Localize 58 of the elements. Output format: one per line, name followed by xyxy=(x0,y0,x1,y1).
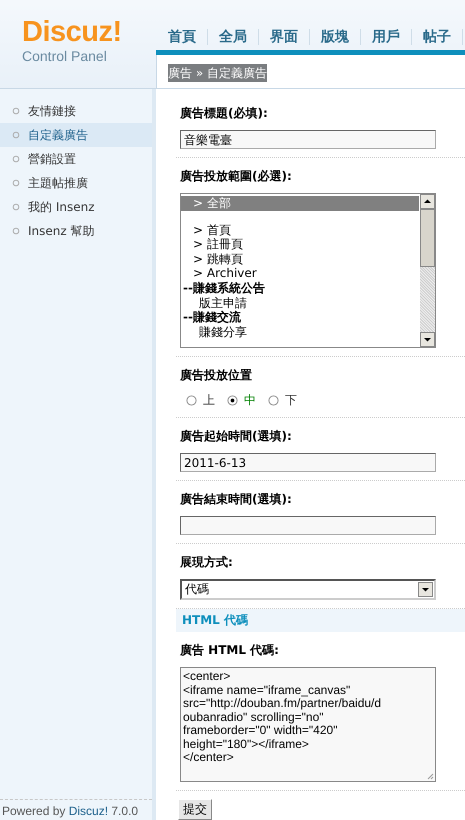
bullet-icon xyxy=(12,107,20,115)
list-option[interactable]: --賺錢系統公告 xyxy=(181,280,420,296)
field-label: 廣告起始時間(選填): xyxy=(180,428,293,445)
field-label: 廣告投放位置 xyxy=(180,367,253,384)
bullet-icon xyxy=(12,131,20,139)
sidebar-item[interactable]: 營銷設置 xyxy=(0,147,152,171)
field-label: 廣告投放範圍(必選): xyxy=(180,168,293,185)
discuz-link[interactable]: Discuz! xyxy=(68,804,108,818)
radio-icon[interactable] xyxy=(268,395,279,406)
list-option[interactable]: > 首頁 xyxy=(181,222,420,238)
radio-option[interactable]: 下 xyxy=(268,392,297,409)
field-label: 廣告結束時間(選填): xyxy=(180,491,293,508)
nav-tab[interactable]: 首頁 xyxy=(156,29,208,45)
scroll-thumb[interactable] xyxy=(420,209,435,267)
scroll-down-icon[interactable] xyxy=(420,332,435,347)
list-option[interactable]: > 跳轉頁 xyxy=(181,252,420,266)
sidebar-item[interactable]: 自定義廣告 xyxy=(0,123,152,147)
list-option[interactable]: > 全部 xyxy=(181,196,419,211)
input-field[interactable]: 音樂電臺 xyxy=(180,130,436,149)
sidebar-item[interactable]: 我的 Insenz xyxy=(0,195,152,219)
radio-option[interactable]: 中 xyxy=(227,392,256,409)
submit-button[interactable]: 提交 xyxy=(178,799,212,820)
sidebar-item[interactable]: Insenz 幫助 xyxy=(0,219,152,243)
bullet-icon xyxy=(12,203,20,211)
list-option[interactable]: 賺錢分享 xyxy=(181,324,420,340)
breadcrumb: 廣告 » 自定義廣告 xyxy=(168,64,267,82)
list-box[interactable]: > 全部 > 首頁 > 註冊頁 > 跳轉頁 > Archiver --賺錢系統公告 版主申請 --賺錢交流 賺錢分享 xyxy=(180,193,436,348)
footer-text: Powered by Discuz! 7.0.0 xyxy=(0,799,152,820)
field-label: 廣告 HTML 代碼: xyxy=(180,642,280,659)
bullet-icon xyxy=(12,155,20,163)
code-field[interactable]: <center> <iframe name="iframe_canvas" src="http://douban.fm/partner/baidu/d oubanradio" scrolling="no" frameborder="0" width="420" height="180"></iframe> </center> xyxy=(180,667,436,782)
resize-grip-icon[interactable] xyxy=(426,772,434,780)
field-label: 廣告標題(必填): xyxy=(180,105,269,122)
nav-tab[interactable]: 界面 xyxy=(259,29,310,45)
field-label: 展現方式: xyxy=(180,554,234,571)
dropdown-field[interactable]: 代碼 xyxy=(180,579,436,600)
input-field[interactable] xyxy=(180,516,436,535)
section-title: HTML 代碼 xyxy=(182,612,248,629)
list-option[interactable]: > Archiver xyxy=(181,266,420,281)
logo-subtitle: Control Panel xyxy=(22,48,108,64)
list-option[interactable]: --賺錢交流 xyxy=(181,310,420,325)
nav-tab[interactable]: 全局 xyxy=(208,29,259,45)
nav-tab[interactable]: 帖子 xyxy=(412,29,463,45)
sidebar-item[interactable]: 友情鏈接 xyxy=(0,99,152,123)
input-field[interactable]: 2011-6-13 xyxy=(180,453,436,472)
nav-tab[interactable]: 用戶 xyxy=(361,29,412,45)
scroll-up-icon[interactable] xyxy=(420,194,435,209)
radio-icon[interactable] xyxy=(186,395,197,406)
bullet-icon xyxy=(12,179,20,187)
list-option[interactable]: 版主申請 xyxy=(181,296,420,310)
radio-icon[interactable] xyxy=(227,395,238,406)
list-option[interactable]: > 註冊頁 xyxy=(181,237,420,252)
logo-text: Discuz! xyxy=(22,18,123,46)
sidebar-item[interactable]: 主題帖推廣 xyxy=(0,171,152,195)
bullet-icon xyxy=(12,227,20,235)
caret-icon xyxy=(418,582,433,597)
nav-tab[interactable]: 版塊 xyxy=(310,29,361,45)
radio-option[interactable]: 上 xyxy=(186,392,215,409)
